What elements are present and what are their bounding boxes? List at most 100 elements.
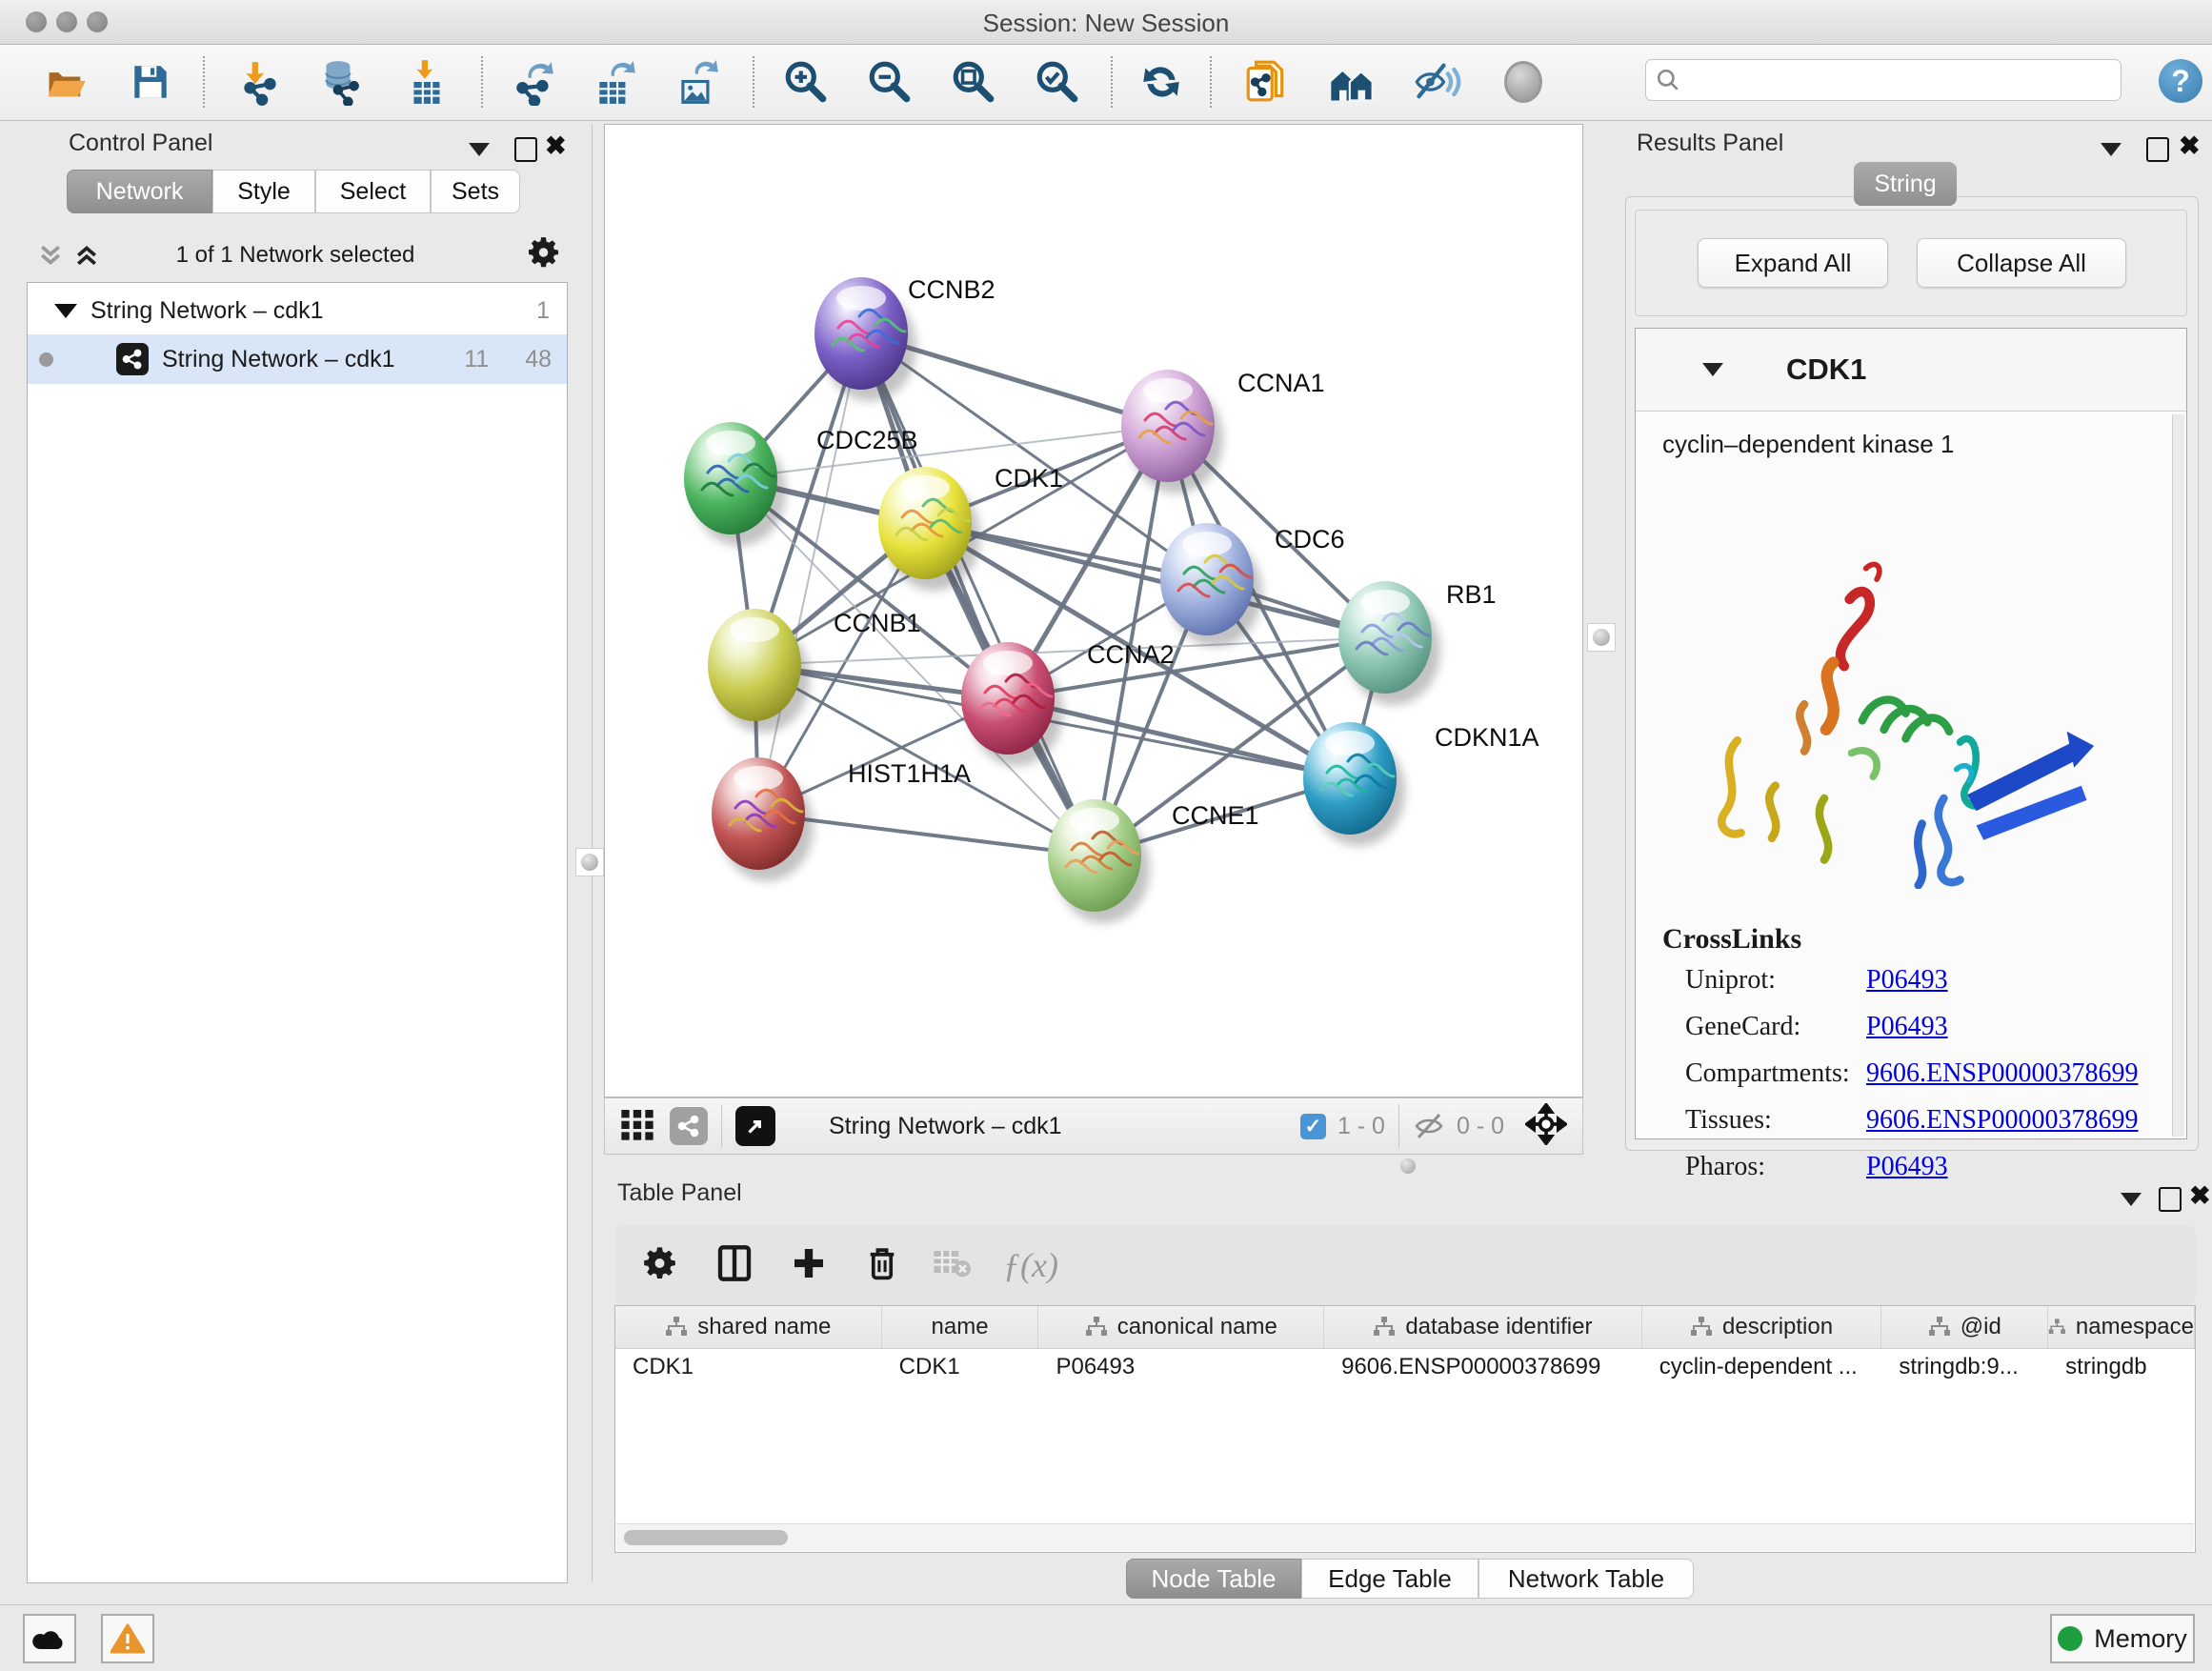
- node-label-CCNB1: CCNB1: [834, 609, 921, 637]
- table-cell: P06493: [1038, 1349, 1324, 1385]
- table-panel-close-icon[interactable]: ✖: [2189, 1183, 2211, 1209]
- results-panel-float-icon[interactable]: [2146, 137, 2169, 162]
- show-columns-icon[interactable]: [715, 1244, 754, 1287]
- crosslink-value-link[interactable]: P06493: [1866, 965, 1948, 996]
- table-hscrollbar-thumb[interactable]: [624, 1530, 788, 1545]
- zoom-out-button[interactable]: [864, 56, 915, 108]
- import-network-icon: [236, 58, 284, 106]
- network-collection-row[interactable]: String Network – cdk1 1: [28, 283, 567, 334]
- control-panel-float-icon[interactable]: [514, 137, 537, 162]
- results-panel-collapse-icon[interactable]: [2101, 143, 2122, 156]
- column-header-3[interactable]: database identifier: [1324, 1306, 1642, 1348]
- home-button[interactable]: [1326, 56, 1377, 108]
- table-settings-gear-icon[interactable]: [641, 1244, 679, 1287]
- collapse-all-networks-icon[interactable]: [36, 240, 65, 275]
- current-network-dot-icon: [39, 352, 53, 367]
- results-scrollbar[interactable]: [2172, 414, 2184, 1137]
- zoom-in-icon: [782, 58, 830, 106]
- homes-icon: [1327, 57, 1377, 107]
- export-network-button[interactable]: [509, 56, 560, 108]
- column-header-1[interactable]: name: [882, 1306, 1039, 1348]
- open-session-button[interactable]: [40, 56, 91, 108]
- crosslink-value-link[interactable]: 9606.ENSP00000378699: [1866, 1105, 2138, 1136]
- import-network-database-button[interactable]: [314, 56, 366, 108]
- column-header-0[interactable]: shared name: [615, 1306, 882, 1348]
- export-table-button[interactable]: [590, 56, 641, 108]
- expand-all-button[interactable]: Expand All: [1698, 238, 1888, 288]
- column-header-5[interactable]: @id: [1881, 1306, 2048, 1348]
- crosslink-label: Pharos:: [1685, 1152, 1866, 1182]
- left-splitter-handle[interactable]: [575, 848, 604, 876]
- table-toolbar: ƒ(x): [614, 1225, 2196, 1305]
- detach-view-icon[interactable]: [735, 1106, 775, 1146]
- export-table-icon: [592, 58, 639, 106]
- fit-content-button[interactable]: [948, 56, 999, 108]
- tab-style[interactable]: Style: [212, 170, 315, 213]
- protein-card: CDK1 cyclin–dependent kinase 1: [1635, 328, 2187, 1139]
- table-panel-collapse-icon[interactable]: [2121, 1193, 2142, 1206]
- control-panel-close-icon[interactable]: ✖: [545, 133, 567, 159]
- apply-layout-button[interactable]: [1136, 56, 1187, 108]
- table-row[interactable]: CDK1CDK1P064939606.ENSP00000378699cyclin…: [615, 1349, 2195, 1385]
- crosslink-value-link[interactable]: P06493: [1866, 1152, 1948, 1182]
- toolbar-search[interactable]: [1645, 59, 2122, 101]
- help-button[interactable]: ?: [2159, 59, 2202, 103]
- tab-select[interactable]: Select: [315, 170, 431, 213]
- protein-collapse-icon[interactable]: [1702, 363, 1723, 376]
- column-header-4[interactable]: description: [1642, 1306, 1882, 1348]
- network-graph[interactable]: CCNB2CCNA1CDC25BCDK1CDC6RB1CCNB1CCNA2CDK…: [605, 125, 1582, 1097]
- delete-column-trash-icon[interactable]: [864, 1244, 900, 1287]
- edge-count: 48: [525, 346, 552, 373]
- table-cell: cyclin-dependent ...: [1642, 1349, 1882, 1385]
- collapse-all-button[interactable]: Collapse All: [1917, 238, 2126, 288]
- node-label-CDC6: CDC6: [1275, 525, 1345, 554]
- add-column-plus-icon[interactable]: [790, 1244, 828, 1287]
- delete-table-icon[interactable]: [933, 1247, 971, 1284]
- network-canvas[interactable]: CCNB2CCNA1CDC25BCDK1CDC6RB1CCNB1CCNA2CDK…: [604, 124, 1583, 1097]
- tab-sets[interactable]: Sets: [431, 170, 520, 213]
- control-panel-collapse-icon[interactable]: [469, 143, 490, 156]
- column-header-6[interactable]: namespace: [2048, 1306, 2195, 1348]
- warning-status-button[interactable]: [101, 1614, 154, 1663]
- clone-network-button[interactable]: [1240, 56, 1292, 108]
- cloud-status-button[interactable]: [23, 1614, 76, 1663]
- export-image-button[interactable]: [672, 56, 723, 108]
- tab-edge-table[interactable]: Edge Table: [1301, 1559, 1478, 1599]
- node-count: 11: [464, 346, 489, 373]
- pan-crosshair-icon[interactable]: [1525, 1103, 1567, 1150]
- tab-string[interactable]: String: [1854, 162, 1957, 206]
- graphics-details-button[interactable]: [1412, 56, 1463, 108]
- zoom-selected-button[interactable]: [1032, 56, 1083, 108]
- save-session-button[interactable]: [125, 56, 176, 108]
- crosslink-value-link[interactable]: P06493: [1866, 1012, 1948, 1042]
- import-table-button[interactable]: [402, 56, 453, 108]
- table-hscrollbar[interactable]: [616, 1523, 2194, 1551]
- search-input[interactable]: [1680, 66, 2094, 94]
- column-header-2[interactable]: canonical name: [1038, 1306, 1324, 1348]
- hidden-eye-slash-icon: [1413, 1109, 1447, 1143]
- tree-expand-icon[interactable]: [54, 304, 77, 318]
- import-network-file-button[interactable]: [234, 56, 286, 108]
- horizontal-splitter-handle[interactable]: [1400, 1158, 1416, 1174]
- function-builder-icon[interactable]: ƒ(x): [1003, 1245, 1058, 1285]
- share-view-icon[interactable]: [670, 1107, 708, 1145]
- tab-network-table[interactable]: Network Table: [1478, 1559, 1694, 1599]
- crosslink-value-link[interactable]: 9606.ENSP00000378699: [1866, 1058, 2138, 1089]
- protein-card-header[interactable]: CDK1: [1636, 329, 2186, 412]
- network-view-title: String Network – cdk1: [829, 1113, 1062, 1140]
- table-header-row: shared namenamecanonical namedatabase id…: [615, 1306, 2195, 1349]
- grid-view-icon[interactable]: [618, 1105, 656, 1148]
- table-panel-float-icon[interactable]: [2159, 1187, 2182, 1212]
- zoom-in-button[interactable]: [780, 56, 832, 108]
- tab-network[interactable]: Network: [67, 170, 212, 213]
- birds-eye-button[interactable]: [1498, 56, 1549, 108]
- results-panel-close-icon[interactable]: ✖: [2179, 133, 2201, 159]
- edge-CCNB2-HIST1H1A[interactable]: [758, 333, 861, 814]
- selected-checkbox-icon[interactable]: ✓: [1300, 1114, 1326, 1139]
- network-options-gear-icon[interactable]: [526, 234, 562, 275]
- right-splitter-handle[interactable]: [1587, 623, 1616, 652]
- expand-all-networks-icon[interactable]: [72, 240, 101, 275]
- memory-status-button[interactable]: Memory: [2050, 1614, 2195, 1663]
- network-row-selected[interactable]: String Network – cdk1 11 48: [28, 334, 567, 384]
- tab-node-table[interactable]: Node Table: [1126, 1559, 1301, 1599]
